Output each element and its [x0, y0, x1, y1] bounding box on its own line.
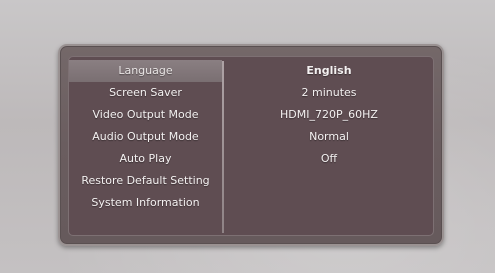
settings-inner-frame: Language Screen Saver Video Output Mode …	[68, 56, 434, 236]
menu-item-audio-output-mode[interactable]: Audio Output Mode	[69, 126, 222, 148]
value-screen-saver: 2 minutes	[301, 86, 357, 99]
value-video-output-mode: HDMI_720P_60HZ	[280, 108, 378, 121]
value-auto-play: Off	[320, 152, 338, 165]
settings-menu-list: Language Screen Saver Video Output Mode …	[69, 57, 222, 235]
value-audio-output-mode: Normal	[309, 130, 349, 143]
value-language: English	[306, 64, 352, 77]
menu-item-language[interactable]: Language	[69, 60, 222, 82]
menu-item-video-output-mode[interactable]: Video Output Mode	[69, 104, 222, 126]
settings-panel: Language Screen Saver Video Output Mode …	[58, 44, 444, 246]
menu-item-auto-play[interactable]: Auto Play	[69, 148, 222, 170]
settings-value-list: English 2 minutes HDMI_720P_60HZ Normal …	[225, 57, 433, 235]
column-divider	[222, 61, 224, 233]
menu-item-restore-default-setting[interactable]: Restore Default Setting	[69, 170, 222, 192]
menu-item-screen-saver[interactable]: Screen Saver	[69, 82, 222, 104]
menu-item-system-information[interactable]: System Information	[69, 192, 222, 214]
